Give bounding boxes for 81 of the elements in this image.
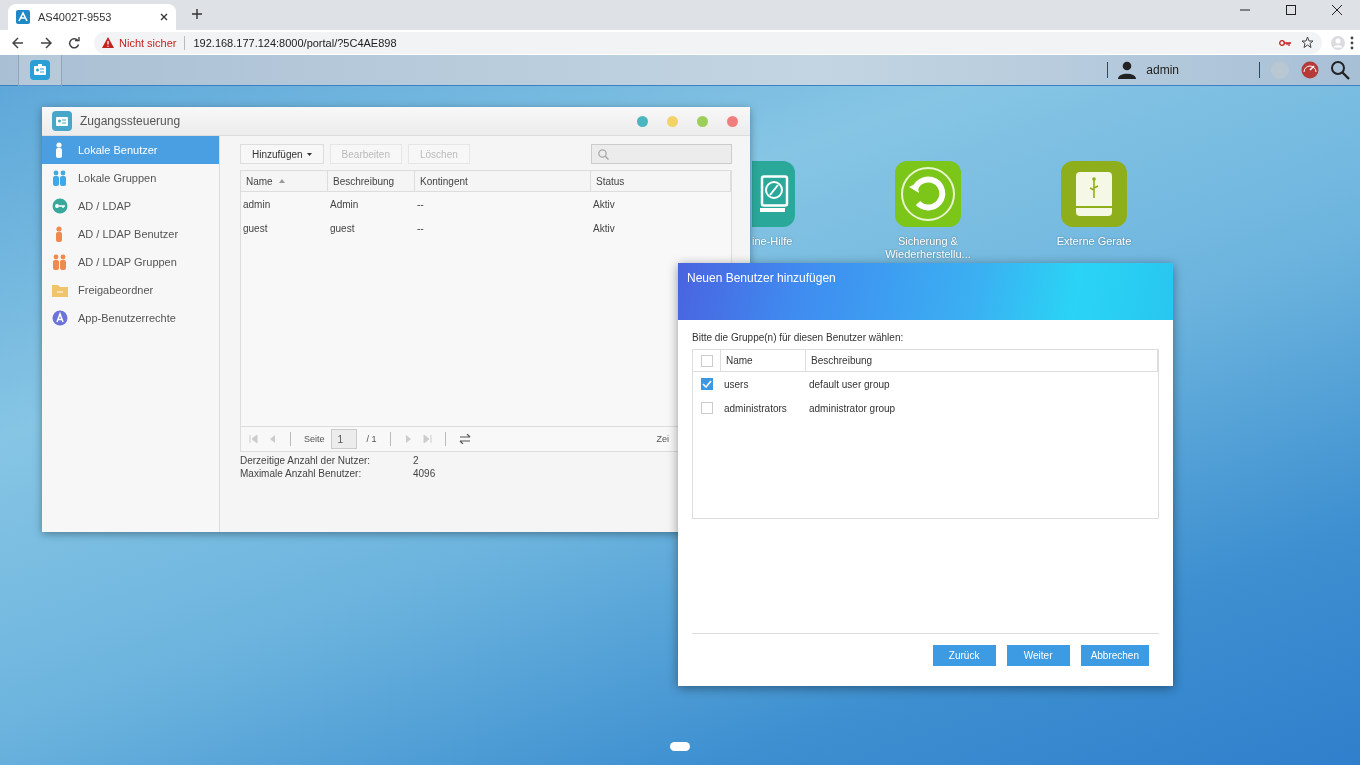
security-label: Nicht sicher <box>119 36 177 49</box>
checkbox[interactable] <box>701 378 713 390</box>
table-cell-text: Admin <box>329 198 360 210</box>
table-cell-text: administrator group <box>808 402 897 414</box>
table-cell-text: guest <box>329 222 356 234</box>
id-card-icon <box>30 60 50 80</box>
sidebar-item[interactable]: Freigabeordner <box>42 276 219 304</box>
column-header[interactable]: Name <box>721 350 806 371</box>
folder-icon <box>52 282 68 298</box>
people-icon <box>52 254 68 270</box>
pager-text: Zei <box>656 434 669 444</box>
key-icon[interactable] <box>1279 38 1291 47</box>
close-icon[interactable] <box>160 13 168 21</box>
search-button[interactable] <box>1330 60 1350 80</box>
column-header[interactable]: Name <box>241 171 328 191</box>
dialog-prompt: Bitte die Gruppe(n) für diesen Benutzer wählen: <box>692 332 905 343</box>
first-page-icon <box>249 435 258 443</box>
search-icon <box>1330 60 1350 80</box>
close-icon <box>1332 5 1342 15</box>
dialog-title: Neuen Benutzer hinzufügen <box>687 271 837 285</box>
app-icon <box>52 310 68 326</box>
key-icon <box>52 198 68 214</box>
back-arrow-icon <box>12 36 24 49</box>
page-total: / 1 <box>366 434 377 444</box>
column-header[interactable]: Beschreibung <box>806 350 1158 371</box>
last-page-icon <box>422 435 432 443</box>
search-field[interactable] <box>591 144 732 164</box>
table-cell-text: Aktiv <box>592 222 616 234</box>
stat-value: 4096 <box>413 467 437 480</box>
menu-dots-icon[interactable] <box>1350 35 1354 50</box>
address-bar[interactable]: Nicht sicher 192.168.177.124:8000/portal/?5C4AE898 <box>94 31 1322 54</box>
app-logo-icon <box>16 10 30 24</box>
swap-arrows-icon <box>458 434 471 444</box>
table-cell-text: -- <box>416 198 425 210</box>
search-icon <box>598 148 609 160</box>
sidebar-item[interactable]: AD / LDAP Gruppen <box>42 248 219 276</box>
sort-ascending-icon <box>278 179 285 183</box>
column-header[interactable]: Status <box>591 171 731 191</box>
maximize-icon <box>1286 5 1296 15</box>
star-icon[interactable] <box>1301 36 1314 49</box>
caret-icon <box>306 152 312 156</box>
id-card-icon <box>52 111 72 131</box>
stat-label: Derzeitige Anzahl der Nutzer: <box>240 454 372 467</box>
dashboard-button[interactable] <box>1300 60 1320 80</box>
column-header[interactable]: Kontingent <box>415 171 591 191</box>
table-cell-text: users <box>723 378 750 390</box>
stat-label: Maximale Anzahl Benutzer: <box>240 467 363 480</box>
table-cell-text: administrators <box>723 402 788 414</box>
plus-icon <box>192 9 202 19</box>
window-title: Zugangssteuerung <box>80 114 182 128</box>
checkbox[interactable] <box>701 402 713 414</box>
refresh-button[interactable] <box>458 434 471 444</box>
column-header[interactable]: Beschreibung <box>328 171 415 191</box>
table-cell-text: -- <box>416 222 425 234</box>
select-all-checkbox[interactable] <box>701 354 713 367</box>
page-label: Seite <box>304 434 325 444</box>
sidebar-item[interactable]: App-Benutzerrechte <box>42 304 219 332</box>
table-cell-text: guest <box>242 222 269 234</box>
browser-tab[interactable]: AS4002T-9553 <box>8 4 176 30</box>
usb-drive-icon <box>1076 172 1112 216</box>
user-icon <box>1118 61 1137 79</box>
previous-page-icon <box>268 435 277 443</box>
info-button[interactable] <box>637 115 648 127</box>
table-cell-text: admin <box>242 198 272 210</box>
gauge-icon <box>1300 60 1320 80</box>
table-cell-text: default user group <box>808 378 891 390</box>
toolbar-button[interactable]: Hinzufügen <box>240 144 324 164</box>
people-icon <box>52 170 68 186</box>
forward-arrow-icon <box>40 36 52 49</box>
sidebar-item[interactable]: Lokale Gruppen <box>42 164 219 192</box>
page-field[interactable]: 1 <box>330 429 357 449</box>
url-text: 192.168.177.124:8000/portal/?5C4AE898 <box>193 36 397 49</box>
table-cell-text: Aktiv <box>592 198 616 210</box>
next-page-icon <box>403 435 413 443</box>
user-name: admin <box>1146 63 1179 77</box>
sidebar-item[interactable]: AD / LDAP <box>42 192 219 220</box>
sidebar-item[interactable]: AD / LDAP Benutzer <box>42 220 219 248</box>
warning-icon <box>102 37 114 48</box>
stat-value: 2 <box>413 454 420 467</box>
page-indicator[interactable] <box>670 742 690 751</box>
reload-icon <box>68 36 80 49</box>
